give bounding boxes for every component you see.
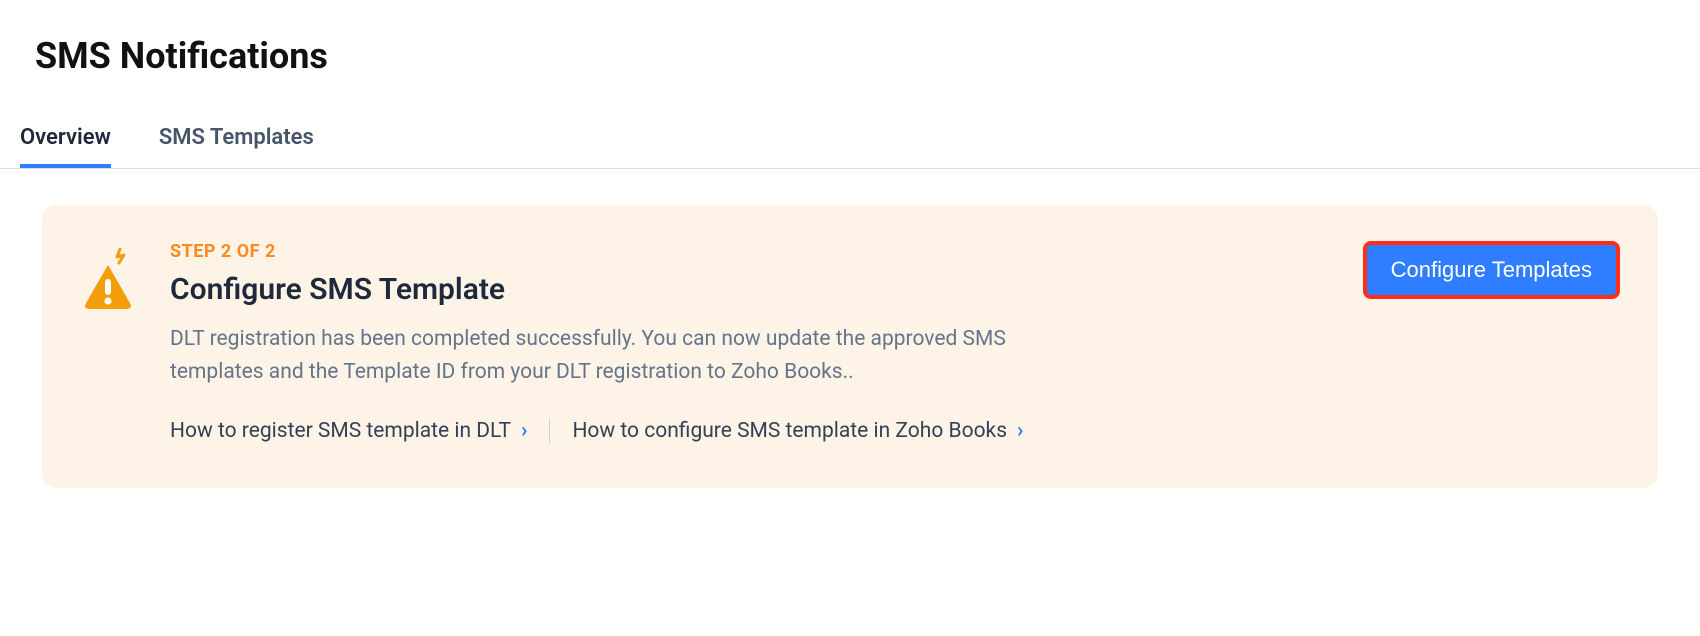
notice-heading: Configure SMS Template xyxy=(170,272,1329,307)
link-label: How to register SMS template in DLT xyxy=(170,419,511,443)
notice-description: DLT registration has been completed succ… xyxy=(170,323,1070,388)
configure-templates-button[interactable]: Configure Templates xyxy=(1363,241,1620,299)
tabs-bar: Overview SMS Templates xyxy=(0,77,1700,169)
action-column: Configure Templates xyxy=(1363,241,1620,299)
link-label: How to configure SMS template in Zoho Bo… xyxy=(572,419,1007,443)
notice-card: STEP 2 OF 2 Configure SMS Template DLT r… xyxy=(42,205,1658,488)
help-links: How to register SMS template in DLT › Ho… xyxy=(170,418,1329,444)
link-register-dlt[interactable]: How to register SMS template in DLT › xyxy=(170,419,527,443)
step-label: STEP 2 OF 2 xyxy=(170,241,1329,262)
divider xyxy=(549,418,550,444)
page-title: SMS Notifications xyxy=(0,0,1700,77)
link-configure-zoho[interactable]: How to configure SMS template in Zoho Bo… xyxy=(572,419,1023,443)
chevron-right-icon: › xyxy=(521,419,527,443)
tab-overview[interactable]: Overview xyxy=(20,125,111,168)
chevron-right-icon: › xyxy=(1017,419,1023,443)
notice-body: STEP 2 OF 2 Configure SMS Template DLT r… xyxy=(170,241,1329,444)
warning-icon xyxy=(80,241,136,313)
tab-sms-templates[interactable]: SMS Templates xyxy=(159,125,314,168)
